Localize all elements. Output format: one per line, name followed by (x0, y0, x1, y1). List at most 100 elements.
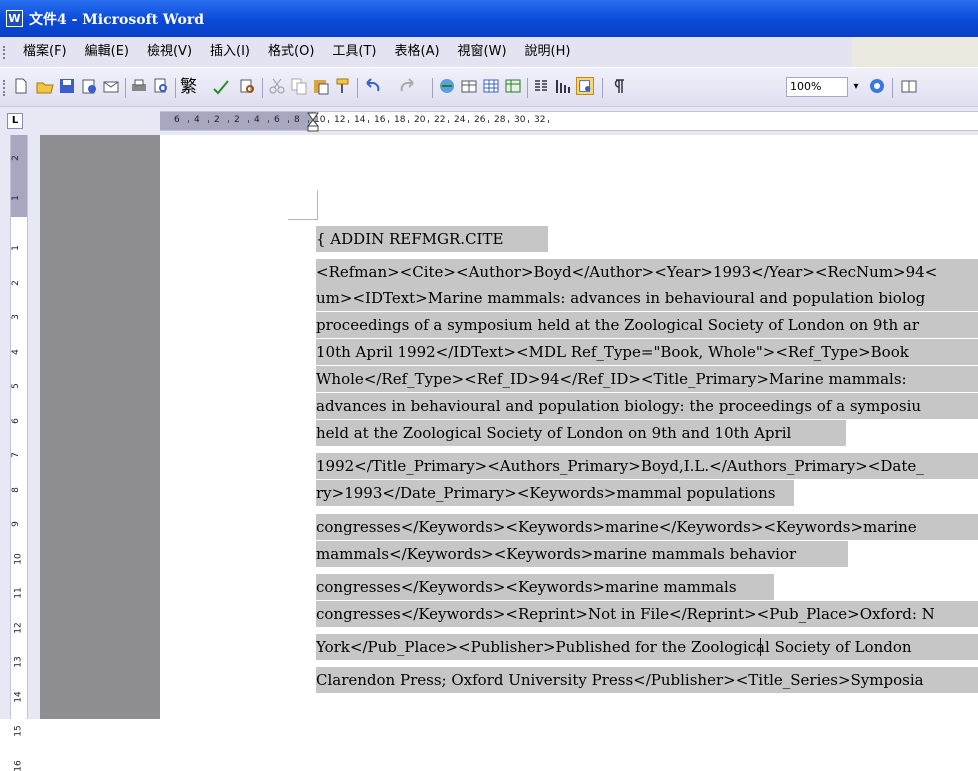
field-code-line[interactable]: ry>1993</Date_Primary><Keywords>mammal p… (316, 480, 794, 506)
menu-table[interactable]: 表格(A) (386, 37, 449, 67)
show-hide-formatting-icon[interactable] (610, 77, 628, 95)
ruler-number: 26 (474, 115, 486, 125)
title-bar[interactable]: W 文件4 - Microsoft Word (0, 0, 978, 37)
toolbar-separator (125, 78, 126, 98)
menu-file[interactable]: 檔案(F) (14, 37, 76, 67)
print-icon[interactable] (130, 77, 148, 95)
hyperlink-icon[interactable] (438, 77, 456, 95)
field-code-line[interactable]: proceedings of a symposium held at the Z… (316, 312, 978, 338)
horizontal-ruler[interactable]: 6 4 2 2 4 6 8 10 12 14 16 18 20 22 24 26 28 30 32 (160, 111, 978, 132)
ruler-number: 4 (10, 348, 21, 355)
field-code-line[interactable]: { ADDIN REFMGR.CITE (316, 226, 548, 252)
menu-items: 檔案(F) 編輯(E) 檢視(V) 插入(I) 格式(O) 工具(T) 表格(A… (14, 37, 579, 67)
redo-icon[interactable] (398, 77, 416, 95)
zoom-dropdown-chevron-down-icon[interactable]: ▾ (849, 77, 863, 97)
insert-excel-icon[interactable] (504, 77, 522, 95)
ruler-number: 2 (214, 115, 220, 125)
menu-tools[interactable]: 工具(T) (323, 37, 385, 67)
ruler-number: 10 (13, 552, 24, 565)
email-icon[interactable] (102, 77, 120, 95)
ruler-tick (188, 120, 189, 123)
open-folder-icon[interactable] (36, 77, 54, 95)
ruler-number: 14 (354, 115, 366, 125)
field-code-line[interactable]: Clarendon Press; Oxford University Press… (316, 667, 978, 693)
insert-table-icon[interactable] (482, 77, 500, 95)
save-icon[interactable] (58, 77, 76, 95)
field-code-line[interactable]: <Refman><Cite><Author>Boyd</Author><Year… (316, 259, 978, 285)
field-code-line[interactable]: congresses</Keywords><Keywords>marine</K… (316, 514, 978, 540)
menu-edit[interactable]: 編輯(E) (76, 37, 138, 67)
field-code-line[interactable]: congresses</Keywords><Keywords>marine ma… (316, 574, 774, 600)
menu-bar: 檔案(F) 編輯(E) 檢視(V) 插入(I) 格式(O) 工具(T) 表格(A… (0, 37, 978, 67)
zoom-input[interactable]: 100% (786, 77, 848, 97)
field-code-line[interactable]: advances in behavioural and population b… (316, 393, 978, 419)
toolbar-grip-handle[interactable] (3, 80, 5, 96)
ruler-number: 2 (10, 155, 21, 161)
field-code-line[interactable]: congresses</Keywords><Reprint>Not in Fil… (316, 601, 978, 627)
ruler-number: 14 (13, 690, 24, 703)
columns-icon[interactable] (532, 77, 550, 95)
ruler-number: 12 (13, 621, 24, 634)
field-code-line[interactable]: 10th April 1992</IDText><MDL Ref_Type="B… (316, 339, 978, 365)
paste-icon[interactable] (312, 77, 330, 95)
field-code-line[interactable]: York</Pub_Place><Publisher>Published for… (316, 634, 978, 660)
tables-borders-icon[interactable] (460, 77, 478, 95)
menu-view[interactable]: 檢視(V) (138, 37, 201, 67)
format-painter-icon[interactable] (334, 77, 352, 95)
field-code-line[interactable]: Whole</Ref_Type><Ref_ID>94</Ref_ID><Titl… (316, 366, 978, 392)
ruler-number: 8 (10, 486, 21, 493)
ruler-tick (428, 120, 429, 123)
ruler-number: 2 (10, 279, 21, 286)
research-icon[interactable] (238, 77, 256, 95)
ruler-number: 16 (374, 115, 386, 125)
toolbar-separator (602, 78, 603, 98)
drawing-icon[interactable] (554, 77, 572, 95)
print-preview-icon[interactable] (152, 77, 170, 95)
vertical-ruler[interactable]: 2 1 1 2 3 4 5 6 7 8 9 10 11 12 13 14 15 16 (10, 135, 28, 771)
ruler-number: 9 (10, 521, 21, 527)
ruler-number: 1 (10, 195, 21, 201)
menu-grip-handle[interactable] (3, 46, 7, 59)
ruler-number: 2 (234, 115, 240, 125)
ruler-number: 7 (10, 452, 21, 458)
ruler-tick (408, 120, 409, 123)
copy-icon[interactable] (290, 77, 308, 95)
ruler-number: 24 (454, 115, 466, 125)
undo-icon[interactable] (364, 77, 382, 95)
ruler-number: 18 (394, 115, 406, 125)
toolbar-separator (175, 78, 176, 98)
word-app-icon[interactable]: W (6, 10, 23, 27)
field-code-line[interactable]: mammals</Keywords><Keywords>marine mamma… (316, 541, 848, 567)
menu-format[interactable]: 格式(O) (259, 37, 323, 67)
document-map-icon[interactable] (576, 77, 594, 95)
menu-window[interactable]: 視窗(W) (449, 37, 516, 67)
ruler-tick (348, 120, 349, 123)
ruler-tick (308, 120, 309, 123)
toolbar-separator (527, 78, 528, 98)
field-code-line[interactable]: 1992</Title_Primary><Authors_Primary>Boy… (316, 453, 978, 479)
document-margin-area (40, 135, 160, 719)
traditional-chinese-button[interactable]: 繁 (180, 77, 197, 97)
ruler-number: 11 (13, 587, 24, 599)
ruler-number: 1 (10, 245, 21, 251)
cut-icon[interactable] (268, 77, 286, 95)
ruler-tick (508, 120, 509, 123)
permission-icon[interactable] (80, 77, 98, 95)
ruler-tick (268, 120, 269, 123)
help-icon[interactable] (868, 77, 886, 95)
field-code-line[interactable]: held at the Zoological Society of London… (316, 420, 846, 446)
tab-selector[interactable]: L (7, 113, 23, 129)
field-code-line[interactable]: um><IDText>Marine mammals: advances in b… (316, 285, 978, 311)
ruler-number: 22 (434, 115, 446, 125)
spelling-grammar-icon[interactable] (212, 77, 230, 95)
ruler-number: 6 (10, 417, 21, 424)
menu-help[interactable]: 說明(H) (516, 37, 580, 67)
ruler-number: 3 (10, 314, 21, 320)
new-document-icon[interactable] (12, 77, 30, 95)
ruler-tick (468, 120, 469, 123)
ruler-number: 10 (314, 115, 326, 125)
ruler-number: 5 (10, 383, 21, 389)
read-mode-icon[interactable] (900, 77, 918, 95)
menu-insert[interactable]: 插入(I) (201, 37, 259, 67)
ruler-number: 20 (414, 115, 426, 125)
